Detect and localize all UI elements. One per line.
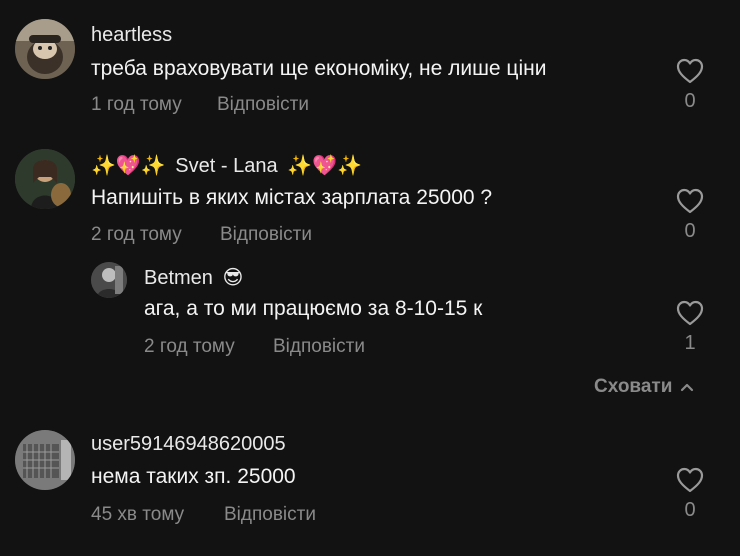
comment-text: Напишіть в яких містах зарплата 25000 ? <box>91 186 493 209</box>
like-button[interactable]: 1 <box>670 300 710 355</box>
like-count: 0 <box>684 90 696 112</box>
avatar[interactable] <box>15 430 75 490</box>
comment-username[interactable]: user59146948620005 <box>91 433 286 456</box>
comment-username[interactable]: heartless <box>91 24 172 47</box>
like-count: 0 <box>684 499 696 521</box>
avatar[interactable] <box>15 19 75 79</box>
comment-timestamp: 1 год тому <box>91 94 182 115</box>
hide-replies-label: Сховати <box>594 376 673 397</box>
reply-button[interactable]: Відповісти <box>220 224 312 246</box>
like-count: 1 <box>684 332 696 354</box>
like-button[interactable]: 0 <box>670 58 710 113</box>
avatar[interactable] <box>91 262 127 298</box>
reply-timestamp: 2 год тому <box>144 336 235 357</box>
comment-timestamp: 2 год тому <box>91 224 182 245</box>
reply-button[interactable]: Відповісти <box>224 504 316 526</box>
reply-button[interactable]: Відповісти <box>273 336 365 358</box>
like-button[interactable]: 0 <box>670 188 710 243</box>
reply-text: ага, а то ми працюємо за 8-10-15 к <box>144 297 483 320</box>
hide-replies-button[interactable]: Сховати <box>594 376 694 398</box>
like-button[interactable]: 0 <box>670 467 710 522</box>
username-emoji-prefix: ✨💖✨ <box>91 155 166 177</box>
heart-outline-icon <box>676 188 704 214</box>
like-count: 0 <box>684 220 696 242</box>
comment-timestamp: 45 хв тому <box>91 504 185 525</box>
avatar-image-icon <box>15 430 75 490</box>
chevron-up-icon <box>681 383 694 392</box>
avatar-image-icon <box>15 19 75 79</box>
reply-button[interactable]: Відповісти <box>217 94 309 116</box>
reply-username[interactable]: Betmen 😎 <box>144 265 243 290</box>
heart-outline-icon <box>676 300 704 326</box>
username-text: Betmen <box>144 267 213 289</box>
avatar-image-icon <box>15 149 75 209</box>
heart-outline-icon <box>676 58 704 84</box>
comment-text: треба враховувати ще економіку, не лише … <box>91 57 547 80</box>
comment-username[interactable]: ✨💖✨ Svet - Lana ✨💖✨ <box>91 153 362 178</box>
comment-text: нема таких зп. 25000 <box>91 465 296 488</box>
avatar-image-icon <box>91 262 127 298</box>
username-emoji-suffix: ✨💖✨ <box>287 155 362 177</box>
avatar[interactable] <box>15 149 75 209</box>
username-text: Svet - Lana <box>175 155 278 177</box>
heart-outline-icon <box>676 467 704 493</box>
username-emoji: 😎 <box>222 267 244 289</box>
